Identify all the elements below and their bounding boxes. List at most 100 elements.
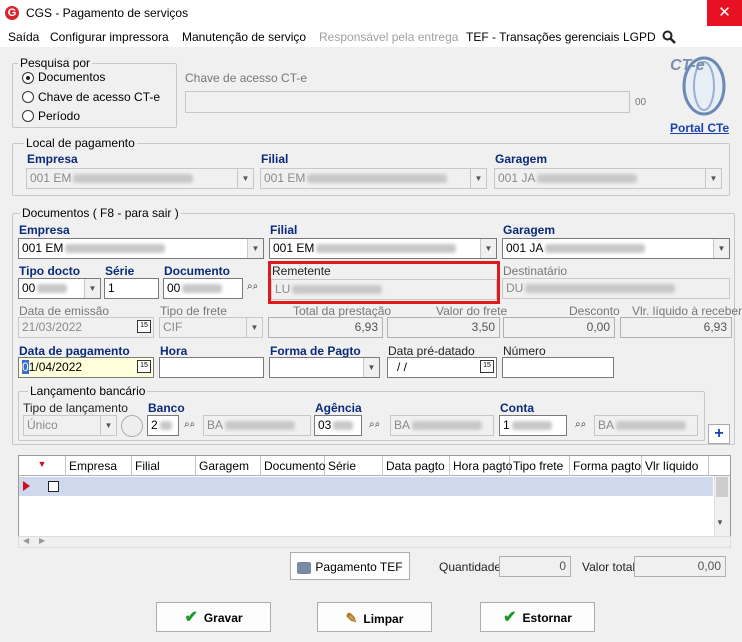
data-pagamento-caret: 0 — [22, 360, 29, 374]
documento-input[interactable]: 00 — [163, 278, 243, 299]
local-filial-select: 001 EM ▼ — [260, 168, 487, 189]
banco-code-input[interactable]: 2 — [147, 415, 179, 436]
grid-hscrollbar[interactable]: ◀ ▶ — [18, 536, 731, 548]
documento-label: Documento — [164, 264, 230, 278]
radio-documentos-label: Documentos — [38, 70, 106, 84]
grid-col-hora-pagto[interactable]: Hora pagto — [450, 456, 512, 476]
binoculars-icon[interactable]: ⌕⌕ — [247, 281, 258, 292]
tipo-lancamento-select: Único ▼ — [23, 415, 117, 436]
menu-saida[interactable]: Saída — [8, 30, 39, 44]
grid-col-data-pagto[interactable]: Data pagto — [383, 456, 450, 476]
redacted-text — [182, 284, 223, 294]
redacted-text — [73, 174, 194, 184]
tipo-docto-select[interactable]: 00 ▼ — [18, 278, 101, 299]
forma-pagto-select[interactable]: ▼ — [269, 357, 380, 378]
valor-frete-field: 3,50 — [387, 317, 500, 338]
grid-col-filial[interactable]: Filial — [132, 456, 196, 476]
grid-col-empresa[interactable]: Empresa — [66, 456, 132, 476]
calendar-icon[interactable]: 15 — [480, 360, 494, 373]
numero-label: Número — [503, 344, 546, 358]
window-title: CGS - Pagamento de serviços — [26, 6, 189, 20]
total-prestacao-field: 6,93 — [268, 317, 383, 338]
grid-col-garagem[interactable]: Garagem — [196, 456, 261, 476]
broom-icon: ✎ — [345, 610, 358, 626]
portal-cte-link[interactable]: Portal CTe — [670, 121, 729, 135]
agencia-name-value: BA — [394, 418, 411, 432]
banco-name-field: BA — [203, 415, 311, 436]
add-lancamento-button[interactable]: + — [708, 424, 730, 444]
redacted-text — [525, 284, 676, 294]
doc-empresa-select[interactable]: 001 EM ▼ — [18, 238, 264, 259]
grid-col-forma-pagto[interactable]: Forma pagto — [570, 456, 642, 476]
chevron-down-icon: ▼ — [246, 318, 262, 337]
menu-lgpd[interactable]: LGPD — [623, 30, 656, 44]
redacted-text — [511, 421, 552, 431]
radio-chave-acesso[interactable] — [22, 91, 34, 103]
total-prestacao-label: Total da prestação — [293, 304, 392, 318]
pagamento-tef-button[interactable]: Pagamento TEF — [290, 552, 410, 580]
scroll-left-icon[interactable]: ◀ — [23, 536, 29, 545]
valor-total-field: 0,00 — [634, 556, 726, 577]
numero-input[interactable] — [502, 357, 614, 378]
row-checkbox[interactable] — [48, 481, 59, 492]
radio-documentos[interactable] — [22, 72, 34, 84]
local-filial-value: 001 EM — [264, 171, 306, 185]
doc-garagem-select[interactable]: 001 JA ▼ — [502, 238, 730, 259]
tef-icon — [297, 561, 312, 574]
data-pagamento-label: Data de pagamento — [19, 344, 130, 358]
tipo-frete-value: CIF — [163, 320, 183, 334]
menu-tef[interactable]: TEF - Transações gerenciais — [466, 30, 619, 44]
gravar-button[interactable]: ✔ Gravar — [156, 602, 271, 632]
hora-input[interactable] — [159, 357, 264, 378]
binoculars-icon[interactable]: ⌕⌕ — [184, 419, 195, 430]
doc-filial-label: Filial — [270, 223, 298, 237]
data-pagamento-input[interactable]: 01/04/2022 — [18, 357, 154, 378]
local-garagem-select: 001 JA ▼ — [494, 168, 722, 189]
row-pointer-icon — [23, 481, 30, 491]
destinatario-value: DU — [506, 281, 524, 295]
local-garagem-value: 001 JA — [498, 171, 536, 185]
calendar-icon[interactable]: 15 — [137, 360, 151, 373]
doc-filial-select[interactable]: 001 EM ▼ — [269, 238, 497, 259]
radio-periodo-label: Período — [38, 109, 81, 123]
menu-configurar-impressora[interactable]: Configurar impressora — [50, 30, 169, 44]
close-button[interactable]: ✕ — [707, 0, 742, 26]
limpar-label: Limpar — [363, 612, 404, 626]
serie-input[interactable]: 1 — [104, 278, 159, 299]
conta-code-input[interactable]: 1 — [499, 415, 567, 436]
conta-name-value: BA — [598, 418, 615, 432]
documentos-title: Documentos ( F8 - para sair ) — [20, 206, 181, 220]
search-icon[interactable] — [662, 30, 676, 44]
redacted-text — [616, 421, 687, 431]
tipo-docto-value: 00 — [22, 281, 36, 295]
redacted-text — [225, 421, 296, 431]
conta-name-field: BA — [594, 415, 698, 436]
lancamento-title: Lançamento bancário — [28, 384, 148, 398]
data-pagamento-value: 1/04/2022 — [28, 360, 83, 374]
limpar-button[interactable]: ✎ Limpar — [317, 602, 432, 632]
menu-responsavel-entrega: Responsável pela entrega — [319, 30, 459, 44]
agencia-code-input[interactable]: 03 — [314, 415, 362, 436]
grid-col-serie[interactable]: Série — [325, 456, 383, 476]
chevron-down-icon: ▼ — [237, 169, 253, 188]
radio-periodo[interactable] — [22, 110, 34, 122]
grid-col-documento[interactable]: Documento — [261, 456, 325, 476]
chevron-down-icon: ▼ — [100, 416, 116, 435]
scroll-down-icon[interactable]: ▼ — [716, 518, 724, 527]
binoculars-icon[interactable]: ⌕⌕ — [575, 419, 586, 430]
grid-sort-icon[interactable]: ▼ — [19, 456, 66, 476]
scroll-right-icon[interactable]: ▶ — [39, 536, 45, 545]
chevron-down-icon: ▼ — [363, 358, 379, 377]
grid-col-tipo-frete[interactable]: Tipo frete — [510, 456, 570, 476]
grid-row[interactable] — [19, 477, 713, 496]
valor-frete-label: Valor do frete — [436, 304, 508, 318]
binoculars-icon[interactable]: ⌕⌕ — [369, 419, 380, 430]
agencia-name-field: BA — [390, 415, 494, 436]
grid-scrollbar-thumb[interactable] — [716, 477, 728, 497]
remetente-field: LU — [271, 279, 497, 300]
estornar-button[interactable]: ✔ Estornar — [480, 602, 595, 632]
grid-col-vlr-liquido[interactable]: Vlr líquido — [642, 456, 709, 476]
menu-manutencao-servico[interactable]: Manutenção de serviço — [182, 30, 306, 44]
serie-label: Série — [105, 264, 135, 278]
calendar-icon[interactable]: 15 — [137, 320, 151, 333]
